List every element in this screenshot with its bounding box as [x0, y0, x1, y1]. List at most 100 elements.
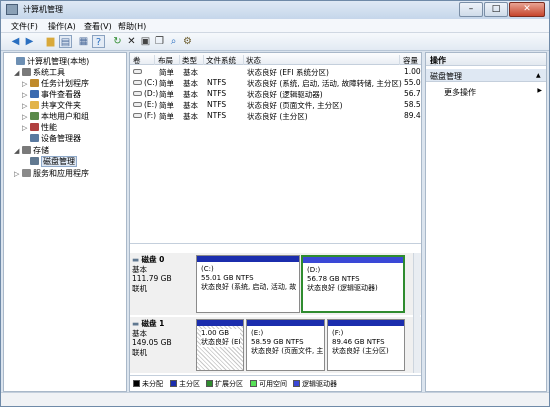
disk-state: 联机	[132, 283, 147, 293]
column-volume[interactable]: 卷	[133, 55, 155, 65]
title-bar: 计算机管理 – □ ✕	[1, 1, 549, 19]
menu-help[interactable]: 帮助(H)	[118, 21, 146, 32]
export-icon[interactable]: ▣	[139, 35, 152, 48]
tree-expander[interactable]: ▷	[22, 102, 30, 110]
menu-action[interactable]: 操作(A)	[48, 21, 76, 32]
delete-icon[interactable]: ✕	[125, 35, 138, 48]
volume-row[interactable]: (E:) 简单 基本 NTFS 状态良好 (页面文件, 主分区) 58.59	[130, 99, 421, 110]
refresh-icon[interactable]: ↻	[111, 35, 124, 48]
tree-item-computer-management[interactable]: 计算机管理(本地)	[8, 56, 89, 67]
column-capacity[interactable]: 容量	[403, 55, 421, 65]
tree-expander[interactable]: ▷	[22, 124, 30, 132]
partition-label: (F:)	[332, 329, 344, 337]
toolbar: ◀ ▶ ▆ ▤ ▦ ? ↻ ✕ ▣ ❐ ⌕ ⚙	[1, 33, 549, 51]
column-filesystem[interactable]: 文件系统	[206, 55, 244, 65]
column-layout[interactable]: 布局	[158, 55, 180, 65]
drive-icon	[133, 91, 142, 96]
partition-size: 55.01 GB NTFS	[201, 274, 254, 282]
copy-icon[interactable]: ❐	[153, 35, 166, 48]
tree-expander[interactable]: ▷	[22, 91, 30, 99]
actions-section-disk-management[interactable]: 磁盘管理 ▲	[426, 69, 546, 82]
menu-view[interactable]: 查看(V)	[84, 21, 112, 32]
tree-item-disk-management[interactable]: 磁盘管理	[22, 156, 77, 167]
collapse-icon[interactable]: ▲	[536, 72, 541, 79]
disk-name: 磁盘 0	[141, 255, 165, 264]
more-actions-item[interactable]: 更多操作 ▶	[444, 87, 544, 98]
computer-icon	[16, 57, 25, 65]
partition-info: (E:) 58.59 GB NTFS 状态良好 (页面文件, 主	[251, 329, 323, 356]
volume-fs: NTFS	[207, 111, 227, 120]
tree-item-task-scheduler[interactable]: ▷ 任务计划程序	[22, 78, 89, 89]
tree-item-performance[interactable]: ▷ 性能	[22, 122, 57, 133]
back-icon[interactable]: ◀	[9, 35, 22, 48]
volume-row[interactable]: (D:) 简单 基本 NTFS 状态良好 (逻辑驱动器) 56.78	[130, 88, 421, 99]
tree-item-services-apps[interactable]: ▷ 服务和应用程序	[14, 168, 89, 179]
partition-status: 状态良好 (逻辑驱动器)	[307, 284, 378, 292]
clock-icon	[30, 79, 39, 87]
disk-type: 基本	[132, 264, 147, 274]
disk-icon: ▬	[132, 255, 140, 264]
volume-row[interactable]: 简单 基本 状态良好 (EFI 系统分区) 1.00 (	[130, 66, 421, 77]
menu-file[interactable]: 文件(F)	[11, 21, 38, 32]
tree-expander[interactable]: ▷	[14, 170, 22, 178]
partition-f[interactable]: (F:) 89.46 GB NTFS 状态良好 (主分区)	[327, 319, 405, 371]
volume-row[interactable]: (C:) 简单 基本 NTFS 状态良好 (系统, 启动, 活动, 故障转储, …	[130, 77, 421, 88]
partition-e[interactable]: (E:) 58.59 GB NTFS 状态良好 (页面文件, 主	[246, 319, 325, 371]
tree-item-device-manager[interactable]: 设备管理器	[22, 133, 81, 144]
disk-name: 磁盘 1	[141, 319, 165, 328]
more-actions-label: 更多操作	[444, 88, 476, 97]
partition-status: 状态良好 (EI	[201, 338, 241, 346]
drive-icon	[133, 69, 142, 74]
window-title: 计算机管理	[23, 5, 63, 14]
partition-size: 56.78 GB NTFS	[307, 275, 360, 283]
tree-item-event-viewer[interactable]: ▷ 事件查看器	[22, 89, 81, 100]
drive-icon	[133, 102, 142, 107]
volume-fs: NTFS	[207, 89, 227, 98]
column-status[interactable]: 状态	[246, 55, 400, 65]
column-type[interactable]: 类型	[182, 55, 204, 65]
console-tree-icon[interactable]: ▤	[59, 35, 72, 48]
maximize-button[interactable]: □	[484, 2, 508, 17]
folder-up-icon[interactable]: ▆	[44, 35, 57, 48]
disk-type: 基本	[132, 328, 147, 338]
tree-expander[interactable]: ◢	[14, 147, 22, 155]
users-icon	[30, 112, 39, 120]
partition-status: 状态良好 (主分区)	[332, 347, 389, 355]
properties-icon[interactable]: ▦	[77, 35, 90, 48]
forward-icon[interactable]: ▶	[23, 35, 36, 48]
device-icon	[30, 134, 39, 142]
tree-item-local-users[interactable]: ▷ 本地用户和组	[22, 111, 89, 122]
disk-size: 111.79 GB	[132, 274, 172, 283]
disk-icon: ▬	[132, 319, 140, 328]
partition-d[interactable]: (D:) 56.78 GB NTFS 状态良好 (逻辑驱动器)	[301, 255, 405, 313]
volume-name: (F:)	[133, 111, 156, 120]
volume-row[interactable]: (F:) 简单 基本 NTFS 状态良好 (主分区) 89.46	[130, 110, 421, 121]
partition-bar	[197, 256, 299, 262]
tree-expander[interactable]: ▷	[22, 80, 30, 88]
partition-bar	[247, 320, 324, 326]
disk-row: ▬ 磁盘 1 基本 149.05 GB 联机 1.00 GB 状态良好 (EI …	[130, 317, 421, 373]
search-icon[interactable]: ⌕	[167, 35, 180, 48]
disk-label[interactable]: ▬ 磁盘 1 基本 149.05 GB 联机	[132, 319, 192, 357]
legend-label: 逻辑驱动器	[302, 380, 337, 388]
partition-c[interactable]: (C:) 55.01 GB NTFS 状态良好 (系统, 启动, 活动, 故	[196, 255, 300, 313]
volume-size: 55.01	[404, 78, 421, 87]
tree-item-shared-folders[interactable]: ▷ 共享文件夹	[22, 100, 81, 111]
volume-status: 状态良好 (主分区)	[247, 112, 308, 121]
partition-label: (E:)	[251, 329, 264, 337]
disk-label[interactable]: ▬ 磁盘 0 基本 111.79 GB 联机	[132, 255, 192, 293]
tree-expander[interactable]: ◢	[14, 69, 22, 77]
settings-icon[interactable]: ⚙	[181, 35, 194, 48]
close-button[interactable]: ✕	[509, 2, 545, 17]
disk-scrollbar[interactable]	[413, 253, 420, 373]
performance-icon	[30, 123, 39, 131]
volume-name: (E:)	[133, 100, 157, 109]
help-icon[interactable]: ?	[92, 35, 105, 48]
tree-item-system-tools[interactable]: ◢ 系统工具	[14, 67, 65, 78]
tree-item-storage[interactable]: ◢ 存储	[14, 145, 49, 156]
tree-expander[interactable]: ▷	[22, 113, 30, 121]
partition-info: (F:) 89.46 GB NTFS 状态良好 (主分区)	[332, 329, 389, 356]
partition-efi[interactable]: 1.00 GB 状态良好 (EI	[196, 319, 244, 371]
legend-label: 扩展分区	[215, 380, 243, 388]
minimize-button[interactable]: –	[459, 2, 483, 17]
